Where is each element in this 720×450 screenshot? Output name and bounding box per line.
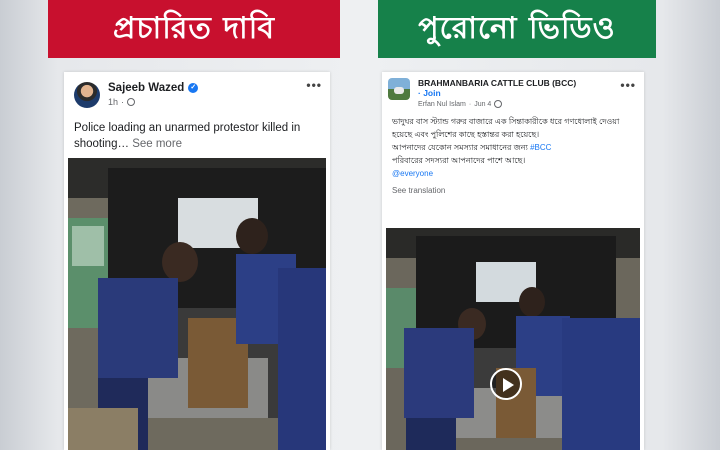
claim-banner: প্রচারিত দাবি [48,0,340,58]
globe-icon [494,100,503,108]
see-more-link[interactable]: See more [132,138,182,150]
more-options-icon[interactable]: ••• [306,78,322,92]
claim-panel: প্রচারিত দাবি Sajeeb Wazed ✓ 1h · ••• Po… [48,0,340,450]
fact-panel: পুরোনো ভিডিও BRAHMANBARIA CATTLE CLUB (B… [378,0,656,450]
avatar[interactable] [74,82,100,108]
post-time[interactable]: 1h [108,97,118,107]
post-header: Sajeeb Wazed ✓ 1h · ••• [64,72,330,108]
post-text: ভাদুঘর বাস স্ট্যান্ড গরুর বাজারে এক সিন্… [382,108,644,184]
post-header: BRAHMANBARIA CATTLE CLUB (BCC) · Join Er… [382,72,644,108]
join-link[interactable]: · Join [418,88,638,98]
globe-icon [127,98,136,106]
hashtag-link[interactable]: #BCC [530,143,551,152]
more-options-icon[interactable]: ••• [620,78,636,92]
fact-banner: পুরোনো ভিডিও [378,0,656,58]
post-image[interactable] [68,158,326,450]
facebook-group-post-card: BRAHMANBARIA CATTLE CLUB (BCC) · Join Er… [382,72,644,450]
author-name[interactable]: Erfan Nul Islam [418,101,466,108]
post-video[interactable] [386,228,640,450]
group-avatar[interactable] [388,78,410,100]
post-time[interactable]: Jun 4 [474,101,491,108]
police-truck-video-frame [386,228,640,450]
play-icon[interactable] [490,368,522,400]
facebook-post-card: Sajeeb Wazed ✓ 1h · ••• Police loading a… [64,72,330,450]
post-text: Police loading an unarmed protestor kill… [74,122,301,150]
group-name[interactable]: BRAHMANBARIA CATTLE CLUB (BCC) [418,78,576,88]
verified-badge-icon: ✓ [188,83,199,93]
see-translation-link[interactable]: See translation [382,184,644,201]
police-truck-photo [68,158,326,450]
mention-link[interactable]: @everyone [392,167,636,180]
author-name[interactable]: Sajeeb Wazed [108,82,184,94]
